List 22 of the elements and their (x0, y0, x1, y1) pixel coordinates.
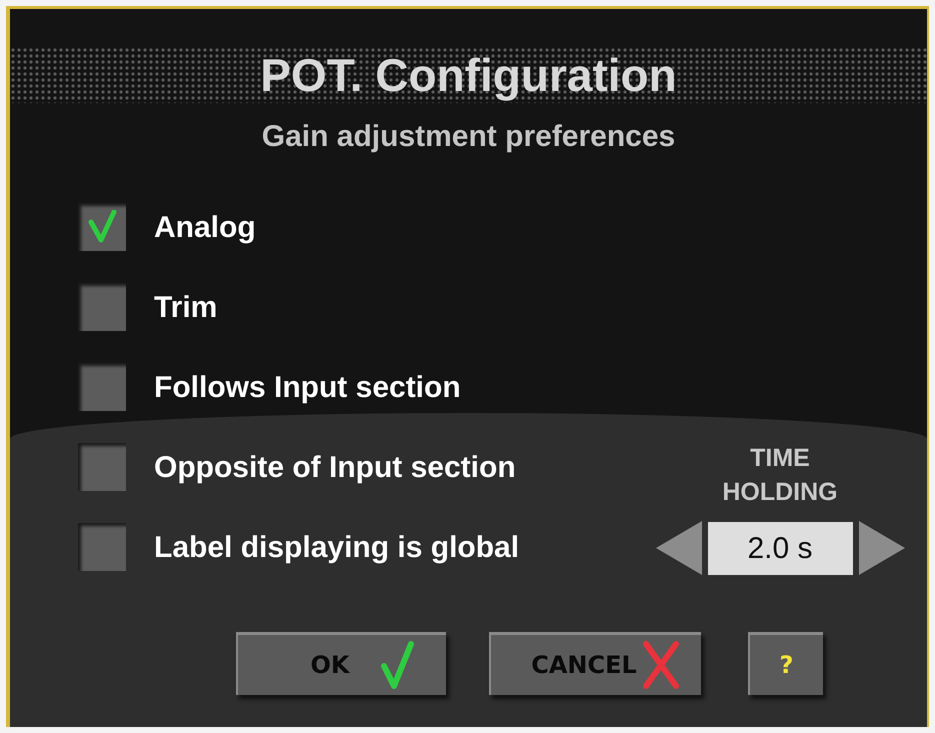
dialog-title: POT. Configuration (259, 48, 678, 103)
option-label: Trim (154, 290, 218, 326)
checkbox[interactable] (78, 443, 126, 491)
close-icon (640, 640, 681, 690)
time-holding-label: TIME HOLDING (721, 443, 839, 508)
increase-arrow-icon[interactable] (858, 521, 904, 575)
dialog-subtitle: Gain adjustment preferences (260, 119, 676, 155)
ok-button[interactable]: OK (236, 632, 446, 695)
checkbox[interactable] (78, 203, 126, 251)
help-button[interactable]: ? (748, 632, 823, 695)
decrease-arrow-icon[interactable] (656, 521, 702, 575)
time-holding-value[interactable]: 2.0 s (708, 522, 852, 574)
checkmark-icon (87, 210, 117, 244)
option-label: Follows Input section (154, 370, 461, 406)
checkmark-icon (380, 640, 414, 690)
cancel-button[interactable]: CANCEL (489, 632, 701, 695)
checkbox[interactable] (78, 523, 126, 571)
option-label: Analog (154, 210, 256, 246)
checkbox[interactable] (78, 363, 126, 411)
option-label: Label displaying is global (154, 530, 520, 566)
checkbox[interactable] (78, 283, 126, 331)
option-label: Opposite of Input section (154, 450, 516, 486)
